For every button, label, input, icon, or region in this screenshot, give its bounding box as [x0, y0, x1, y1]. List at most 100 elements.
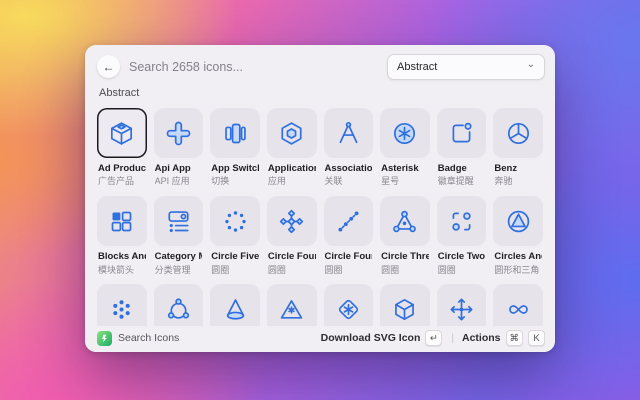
enter-key-badge: ↵ [425, 330, 443, 346]
icon-tile-circle-three[interactable] [380, 196, 430, 247]
icon-label-en: Circle Three [381, 251, 429, 263]
icon-card: Application... 应用 [266, 108, 317, 187]
icon-label-en: Application... [267, 163, 316, 174]
dropdown-selected-value: Abstract [397, 60, 438, 73]
icon-label-en: Badge [437, 163, 467, 174]
icon-card: App Switch 切换 [210, 108, 260, 187]
icon-card: Circle Four 圆圈 [266, 196, 317, 275]
cross-arrows-icon [450, 298, 473, 321]
icon-card: Circle Four...圆圈 [323, 196, 374, 275]
asterisk-icon [394, 122, 416, 144]
cube-icon [111, 121, 133, 145]
icon-label-zh: 模块箭头 [98, 264, 135, 275]
search-input[interactable] [129, 59, 387, 74]
status-bar: Search Icons Download SVG Icon ↵ | Actio… [85, 326, 555, 352]
icon-tile-blocks[interactable] [97, 196, 147, 247]
icon-label-en: Asterisk [381, 163, 419, 174]
association-icon [339, 121, 358, 143]
icon-label-zh: 圆圈 [437, 264, 456, 275]
icon-label-en: Circle Four [267, 251, 316, 263]
icon-card: Ad Product 广告产品 [97, 108, 147, 187]
icon-tile-cube[interactable] [97, 108, 147, 158]
icon-label-en: Circle Five L... [211, 251, 259, 263]
back-button[interactable]: ← [97, 55, 120, 78]
icon-tile-badge[interactable] [436, 108, 487, 158]
brand-name: Search Icons [118, 332, 180, 344]
circle-four-line-icon [338, 211, 359, 232]
icon-card: Circles And...圆形和三角 [493, 196, 543, 275]
hexagon-app-icon [281, 121, 302, 145]
icon-tile-circle-four[interactable] [266, 196, 317, 247]
icon-label-zh: 圆圈 [324, 264, 343, 275]
icon-card: Badge 徽章提醒 [436, 108, 487, 187]
icon-card: Circle Five L...圆圈 [210, 196, 260, 275]
icon-label-en: Benz [494, 163, 518, 174]
icon-search-window: ← Abstract ⌄ Abstract Ad Product 广告产品 Api … [85, 45, 555, 352]
icon-label-zh: 奔驰 [494, 176, 513, 187]
icon-tile-circle-four-line[interactable] [323, 196, 374, 247]
download-svg-button[interactable]: Download SVG Icon [321, 332, 421, 344]
infinity-icon [508, 305, 528, 314]
icon-label-zh: 圆形和三角 [494, 264, 540, 275]
icon-tile-circle-five[interactable] [210, 196, 260, 247]
icon-label-en: Category M... [154, 251, 203, 263]
desktop-background: ← Abstract ⌄ Abstract Ad Product 广告产品 Api … [0, 0, 640, 400]
icon-label-zh: 圆圈 [381, 264, 400, 275]
icon-tile-hexagon-app[interactable] [266, 108, 317, 158]
category-dropdown[interactable]: Abstract ⌄ [387, 53, 545, 80]
badge-icon [452, 122, 472, 142]
icon-card: Category M...分类管理 [153, 196, 204, 275]
app-switch-icon [224, 123, 246, 143]
icon-card: Circle Three圆圈 [380, 196, 430, 275]
icon-label-zh: 圆圈 [267, 264, 286, 275]
k-key-badge: K [528, 330, 545, 346]
icon-label-en: Circle Four... [324, 251, 373, 263]
cone-icon [226, 299, 244, 320]
icon-label-en: Circles And... [494, 251, 542, 263]
circle-nodes-icon [167, 298, 190, 319]
dots-cluster-icon [113, 300, 131, 319]
cmd-key-badge: ⌘ [505, 330, 523, 346]
icon-card: Circle Two L...圆圈 [436, 196, 487, 275]
icon-tile-app-switch[interactable] [210, 108, 260, 158]
icon-label-zh: 切换 [211, 176, 230, 187]
circle-five-icon [224, 210, 246, 232]
icon-label-en: Circle Two L... [437, 251, 486, 263]
icon-card: Api App API 应用 [153, 108, 204, 187]
icon-tile-circles-triangle[interactable] [493, 196, 543, 247]
icon-label-en: Blocks And... [98, 251, 146, 263]
footer-divider: | [451, 332, 454, 344]
circle-four-icon [280, 209, 304, 233]
icon-label-zh: API 应用 [154, 176, 190, 187]
brand-logo-icon [97, 330, 112, 346]
category-icon [168, 210, 189, 232]
circle-three-icon [393, 210, 417, 232]
icon-tile-circle-two[interactable] [436, 196, 487, 247]
benz-icon [507, 122, 529, 144]
icon-label-zh: 关联 [324, 176, 343, 187]
icon-card: Asterisk 星号 [380, 108, 430, 187]
icon-tile-category[interactable] [153, 196, 204, 247]
icon-label-en: Association [324, 163, 373, 174]
blocks-icon [111, 211, 132, 232]
window-header: ← Abstract ⌄ [85, 45, 555, 85]
icon-tile-benz[interactable] [493, 108, 543, 158]
icon-label-zh: 分类管理 [154, 264, 191, 275]
icon-card: Association 关联 [323, 108, 374, 187]
triangle-alert-icon [280, 299, 303, 319]
icon-label-zh: 星号 [381, 176, 400, 187]
circle-two-icon [452, 212, 471, 231]
icon-card: Benz 奔驰 [493, 108, 543, 187]
section-label: Abstract [99, 87, 140, 99]
icon-label-en: Api App [154, 163, 191, 174]
icon-tile-asterisk[interactable] [380, 108, 430, 158]
icon-label-en: Ad Product [98, 163, 146, 174]
circles-triangle-icon [507, 210, 529, 232]
icon-grid: Ad Product 广告产品 Api App API 应用 App Switch 切换 A… [85, 101, 555, 335]
icon-tile-api[interactable] [153, 108, 204, 158]
icon-tile-association[interactable] [323, 108, 374, 158]
chevron-down-icon: ⌄ [526, 59, 535, 70]
icon-label-zh: 徽章提醒 [437, 176, 474, 187]
api-icon [166, 121, 191, 145]
actions-button[interactable]: Actions [462, 332, 501, 344]
